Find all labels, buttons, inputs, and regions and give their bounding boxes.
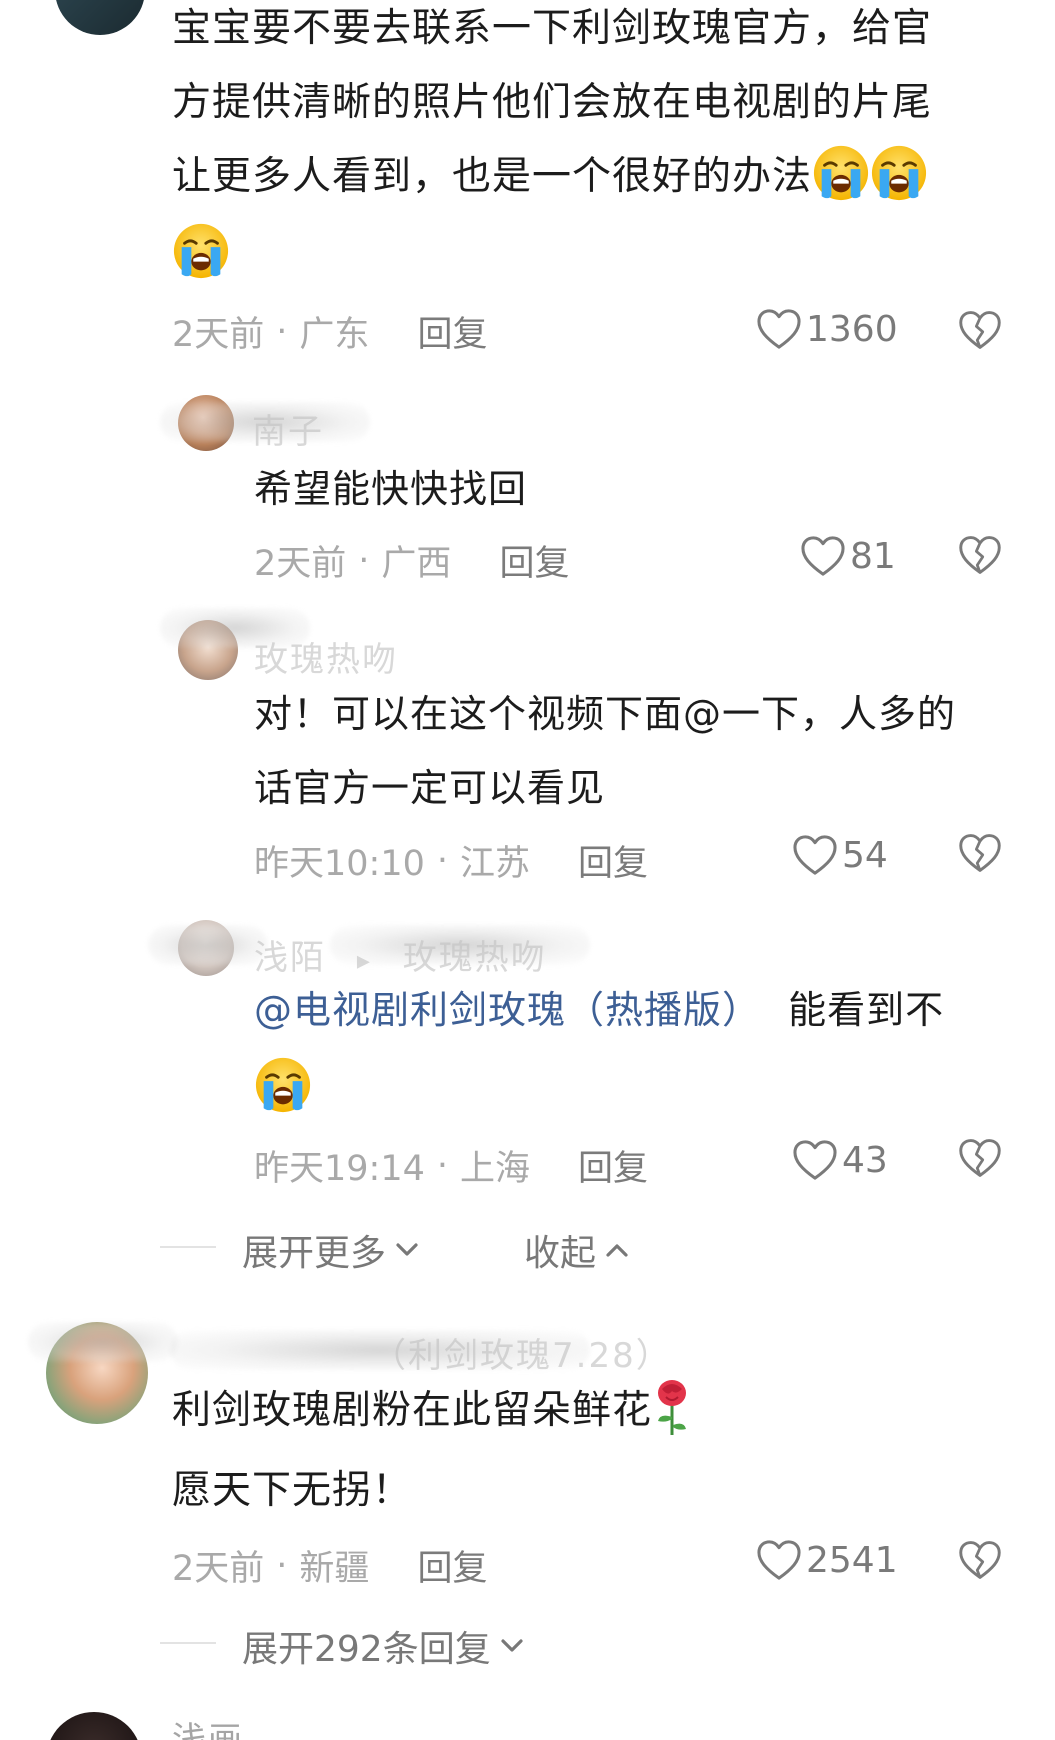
comment-line: 让更多人看到，也是一个很好的办法	[172, 140, 1032, 214]
timestamp: 昨天10:10	[254, 844, 425, 884]
reply-target-name[interactable]: 玫瑰热吻	[403, 938, 547, 978]
chevron-down-icon	[396, 1243, 418, 1256]
username-blurred	[148, 925, 268, 965]
timestamp: 2天前	[254, 544, 347, 584]
expand-more-label: 展开更多	[242, 1233, 387, 1274]
expand-more-button[interactable]: 展开更多	[242, 1224, 420, 1276]
heart-outline-icon	[756, 308, 802, 350]
timestamp: 2天前	[172, 1549, 265, 1589]
comment-line: 对！可以在这个视频下面@一下，人多的	[254, 692, 957, 736]
timestamp: 昨天19:14	[254, 1149, 425, 1189]
chevron-down-icon	[501, 1639, 523, 1652]
username[interactable]: 南子	[252, 404, 324, 453]
broken-heart-icon[interactable]	[958, 832, 1002, 874]
username-text[interactable]: 浅陌	[254, 938, 326, 978]
username[interactable]: 玫瑰热吻	[254, 632, 398, 681]
username[interactable]: 浅画	[172, 1712, 244, 1740]
separator: ·	[276, 311, 288, 352]
comment-meta: 2天前 · 广东 回复	[172, 306, 487, 357]
username[interactable]: （利剑玫瑰7.28）	[372, 1328, 672, 1377]
rose-emoji	[652, 1376, 692, 1438]
like-count: 2541	[806, 1539, 898, 1581]
comment-line	[172, 214, 1032, 292]
mention-link[interactable]: @电视剧利剑玫瑰（热播版）	[254, 988, 761, 1032]
comment-body: 利剑玫瑰剧粉在此留朵鲜花 愿天下无拐！	[172, 1374, 1032, 1528]
heart-outline-icon	[792, 1139, 838, 1181]
divider	[160, 1642, 216, 1644]
location: 广西	[381, 544, 452, 584]
comment-body: 对！可以在这个视频下面@一下，人多的 话官方一定可以看见	[254, 677, 1034, 825]
comment-line: 利剑玫瑰剧粉在此留朵鲜花	[172, 1374, 1032, 1448]
chevron-up-icon	[606, 1244, 628, 1257]
comment-meta: 2天前 · 广西 回复	[254, 535, 569, 586]
comment-body: @电视剧利剑玫瑰（热播版） 能看到不	[254, 973, 1034, 1125]
comment-line: 方提供清晰的照片他们会放在电视剧的片尾	[172, 80, 933, 125]
loudly-crying-face-emoji	[870, 144, 928, 202]
like-count: 43	[842, 1139, 888, 1181]
separator: ·	[276, 1545, 288, 1586]
location: 上海	[460, 1149, 531, 1189]
reply-button[interactable]: 回复	[578, 1140, 648, 1191]
comment-text: 利剑玫瑰剧粉在此留朵鲜花	[172, 1388, 653, 1433]
heart-outline-icon	[800, 535, 846, 577]
comment-line: 话官方一定可以看见	[254, 766, 606, 810]
like-button[interactable]: 81	[800, 535, 896, 577]
comment-text: 能看到不	[788, 988, 945, 1032]
reply-button[interactable]: 回复	[578, 835, 648, 886]
separator: ·	[436, 840, 449, 881]
avatar[interactable]	[46, 1712, 142, 1740]
heart-outline-icon	[756, 1539, 802, 1581]
like-count: 1360	[806, 308, 898, 350]
location: 新疆	[299, 1549, 370, 1589]
comment-meta: 昨天10:10 · 江苏 回复	[254, 835, 648, 886]
comment-meta: 昨天19:14 · 上海 回复	[254, 1140, 648, 1191]
separator: ·	[358, 540, 370, 581]
loudly-crying-face-emoji	[254, 1056, 312, 1114]
reply-arrow-icon: ▸	[356, 946, 372, 976]
like-button[interactable]: 43	[792, 1139, 888, 1181]
comment-line-text: 让更多人看到，也是一个很好的办法	[172, 154, 813, 199]
expand-replies-button[interactable]: 展开292条回复	[242, 1620, 525, 1672]
collapse-button[interactable]: 收起	[524, 1224, 630, 1276]
broken-heart-icon[interactable]	[958, 1137, 1002, 1179]
comment-body: 希望能快快找回	[254, 467, 528, 511]
expand-replies-label: 展开292条回复	[242, 1629, 491, 1670]
timestamp: 2天前	[172, 315, 265, 355]
like-count: 81	[850, 535, 896, 577]
loudly-crying-face-emoji	[172, 222, 230, 280]
location: 广东	[299, 315, 370, 355]
like-button[interactable]: 1360	[756, 308, 898, 350]
username: 浅陌 ▸ 玫瑰热吻	[254, 930, 547, 979]
broken-heart-icon[interactable]	[958, 1539, 1002, 1581]
like-button[interactable]: 54	[792, 834, 888, 876]
reply-button[interactable]: 回复	[417, 306, 487, 357]
comment-meta: 2天前 · 新疆 回复	[172, 1540, 487, 1591]
comment-line: 宝宝要不要去联系一下利剑玫瑰官方，给官	[172, 6, 933, 51]
comment-body: 宝宝要不要去联系一下利剑玫瑰官方，给官 方提供清晰的照片他们会放在电视剧的片尾 …	[172, 0, 1032, 292]
broken-heart-icon[interactable]	[958, 534, 1002, 576]
like-button[interactable]: 2541	[756, 1539, 898, 1581]
collapse-label: 收起	[524, 1233, 597, 1274]
comment-line: 愿天下无拐！	[172, 1468, 413, 1513]
reply-button[interactable]: 回复	[499, 535, 569, 586]
separator: ·	[436, 1145, 449, 1186]
location: 江苏	[460, 844, 531, 884]
broken-heart-icon[interactable]	[958, 309, 1002, 351]
like-count: 54	[842, 834, 888, 876]
reply-button[interactable]: 回复	[417, 1540, 487, 1591]
heart-outline-icon	[792, 834, 838, 876]
comment-line	[254, 1047, 1034, 1125]
loudly-crying-face-emoji	[812, 144, 870, 202]
username-blurred	[28, 1322, 178, 1362]
comment-line: @电视剧利剑玫瑰（热播版） 能看到不	[254, 973, 1034, 1047]
avatar[interactable]	[55, 0, 145, 35]
divider	[160, 1246, 216, 1248]
